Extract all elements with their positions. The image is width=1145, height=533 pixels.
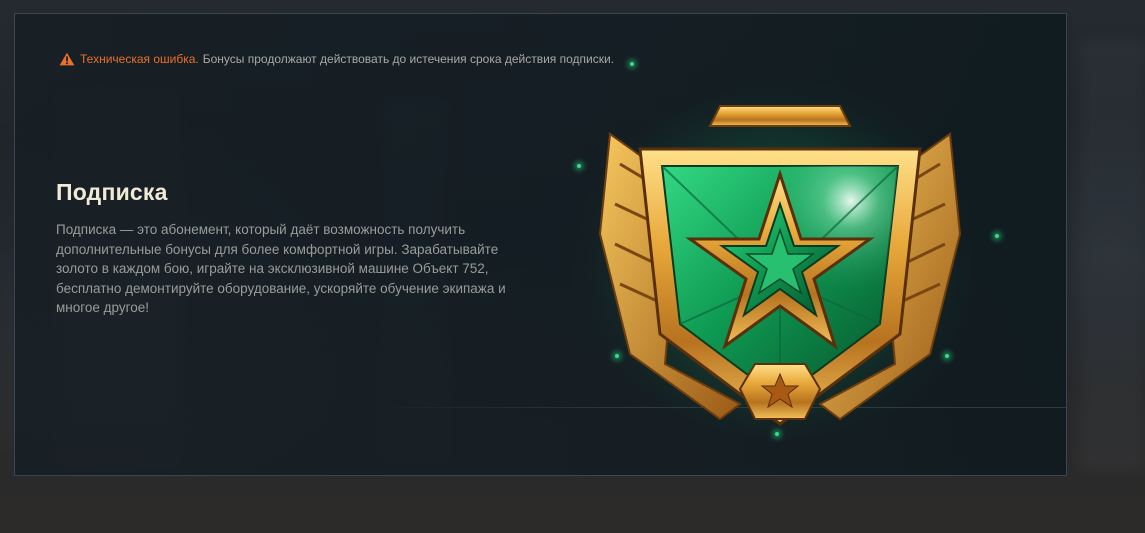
- error-message: Бонусы продолжают действовать до истечен…: [202, 52, 615, 66]
- subscription-emblem: [570, 34, 980, 459]
- warning-triangle-icon: [59, 52, 75, 66]
- page-title: Подписка: [56, 179, 168, 205]
- subscription-panel: Техническая ошибка. Бонусы продолжают де…: [14, 13, 1067, 476]
- subscription-description: Подписка — это абонемент, который даёт в…: [56, 222, 506, 315]
- technical-error-notice: Техническая ошибка. Бонусы продолжают де…: [59, 52, 614, 66]
- error-label: Техническая ошибка.: [80, 52, 199, 66]
